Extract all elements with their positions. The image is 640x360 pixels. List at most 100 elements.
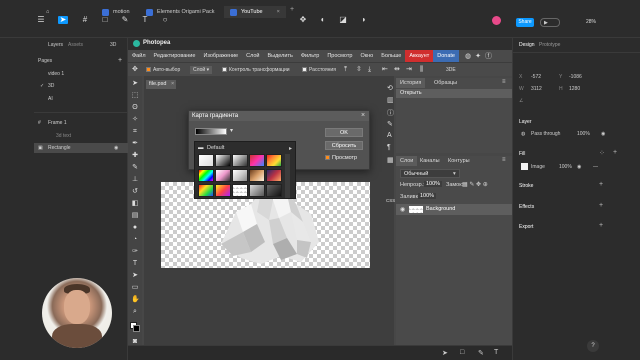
marquee-tool-icon[interactable]: ⬚ [131,92,139,100]
add-export-icon[interactable]: + [599,222,603,229]
h-field[interactable]: 1280 [569,86,580,92]
frame-tool-icon[interactable]: # [80,16,90,24]
clone-stamp-icon[interactable]: ⊥ [131,176,139,184]
gradient-swatch[interactable] [232,169,248,182]
present-toggle[interactable]: ▶ [540,18,560,27]
auto-select-checkbox[interactable]: Авто-выбор [146,66,180,74]
tab-assets[interactable]: Assets [68,42,83,48]
mask-icon[interactable]: ◐ [318,16,328,24]
blend-mode-dropdown[interactable]: Обычный ▾ [400,169,460,178]
hand-tool-icon[interactable]: ✋ [131,296,140,304]
rotation-icon[interactable]: ∠ [519,98,523,104]
tab-layers[interactable]: Layers [48,42,63,48]
zoom-level[interactable]: 28% [586,19,596,25]
brush-panel-icon[interactable]: ✎ [387,120,393,128]
align-left-icon[interactable]: ⇤ [382,66,388,74]
fill-opacity[interactable]: 100% [559,164,572,170]
history-brush-icon[interactable]: ↺ [131,188,139,196]
distances-checkbox[interactable]: Расстояния [302,66,336,74]
mode-3d-button[interactable]: 3DE [446,66,456,74]
gradient-swatch[interactable] [266,169,282,182]
add-tab-icon[interactable]: + [290,6,294,13]
eye-icon[interactable]: ◉ [400,206,405,213]
tab-history[interactable]: История [396,78,426,88]
eraser-tool-icon[interactable]: ◧ [131,200,139,208]
align-middle-icon[interactable]: ⇳ [356,66,362,74]
shape-tool-icon[interactable]: ▭ [131,284,139,292]
menu-icon[interactable]: ☰ [36,16,46,24]
brush-tool-icon[interactable]: ✎ [131,164,139,172]
gradient-preview[interactable] [195,128,227,135]
tab-swatches[interactable]: Образцы [430,78,461,88]
boolean-icon[interactable]: ◪ [338,16,348,24]
text-tool-icon[interactable]: T [494,349,498,356]
move-tool-icon[interactable]: ✥ [132,66,138,74]
gradient-swatch[interactable] [249,184,265,197]
y-field[interactable]: -1086 [569,74,582,80]
component-icon[interactable]: ✥ [298,16,308,24]
add-stroke-icon[interactable]: + [599,181,603,188]
tab-channels[interactable]: Каналы [416,156,444,166]
pen-tool-icon[interactable]: ✑ [131,248,139,256]
facebook-icon[interactable]: ⓕ [485,51,492,61]
tab-youtube[interactable]: YouTube × [224,6,286,18]
panel-menu-icon[interactable]: ≡ [502,79,506,85]
history-panel-icon[interactable]: ⟲ [387,84,393,92]
mode-label[interactable]: 3D [110,42,116,48]
dodge-tool-icon[interactable]: ◔ [131,236,139,244]
layer-item-3d-text[interactable]: 3d text [56,133,71,139]
menu-image[interactable]: Изображение [199,50,242,62]
path-select-icon[interactable]: ➤ [131,272,139,280]
add-page-icon[interactable]: + [118,57,122,64]
align-center-icon[interactable]: ⇹ [394,66,400,74]
twitter-icon[interactable]: ✦ [475,52,481,60]
type-tool-icon[interactable]: T [131,260,139,268]
blend-mode-select[interactable]: Pass through [531,131,560,137]
chevron-down-icon[interactable]: ▾ [230,127,233,134]
pen-tool-icon[interactable]: ✎ [120,16,130,24]
swatches-panel-icon[interactable]: ▥ [387,96,394,104]
magic-wand-icon[interactable]: ✧ [131,116,139,124]
text-tool-icon[interactable]: T [140,16,150,24]
add-fill-icon[interactable]: + [613,149,617,156]
gradient-tool-icon[interactable]: ▤ [131,212,139,220]
shape-tool-icon[interactable]: □ [100,16,110,24]
menu-file[interactable]: Файл [128,50,150,62]
layer-select-dropdown[interactable]: Слой ▾ [190,66,213,74]
gradient-swatch[interactable] [249,169,265,182]
add-effect-icon[interactable]: + [599,202,603,209]
reset-button[interactable]: Сбросить [325,141,363,150]
gradient-swatch[interactable] [215,154,231,167]
character-panel-icon[interactable]: A [387,132,392,139]
layer-row-background[interactable]: ◉ Background [396,204,512,215]
presets-scrollbar[interactable] [285,154,290,198]
document-tab[interactable]: file.psd × [146,80,176,89]
eyedropper-icon[interactable]: ✒ [131,140,139,148]
lasso-tool-icon[interactable]: ʘ [131,104,139,112]
tab-prototype[interactable]: Prototype [539,42,560,48]
menu-window[interactable]: Окно [356,50,377,62]
lock-icons[interactable]: ▦ ✎ ✥ ⊕ [462,181,488,188]
tab-paths[interactable]: Контуры [444,156,474,166]
layer-opacity[interactable]: 100% [577,131,590,137]
gradient-swatch[interactable] [266,184,282,197]
zoom-tool-icon[interactable]: ⌕ [131,308,139,316]
background-color-swatch[interactable] [133,325,140,332]
eye-icon[interactable]: ◉ [114,145,118,151]
fill-type[interactable]: Image [531,164,545,170]
page-item-ai[interactable]: AI [48,96,53,102]
page-item-video-1[interactable]: video 1 [48,71,64,77]
tab-elements-origami-pack[interactable]: Elements Origami Pack [140,6,220,18]
gradient-swatch[interactable] [232,154,248,167]
paragraph-panel-icon[interactable]: ¶ [387,144,391,151]
gradient-swatch[interactable] [215,184,231,197]
visibility-icon[interactable]: ◉ [601,131,605,137]
visibility-icon[interactable]: ◉ [577,164,581,170]
transform-controls-checkbox[interactable]: Контроль трансформации [222,66,290,74]
gradient-swatch[interactable] [266,154,282,167]
menu-filter[interactable]: Фильтр [297,50,323,62]
close-icon[interactable]: × [361,112,365,119]
menu-more[interactable]: Больше [377,50,405,62]
tab-layers[interactable]: Слои [396,156,418,166]
distribute-icon[interactable]: ⫼ [420,66,423,74]
